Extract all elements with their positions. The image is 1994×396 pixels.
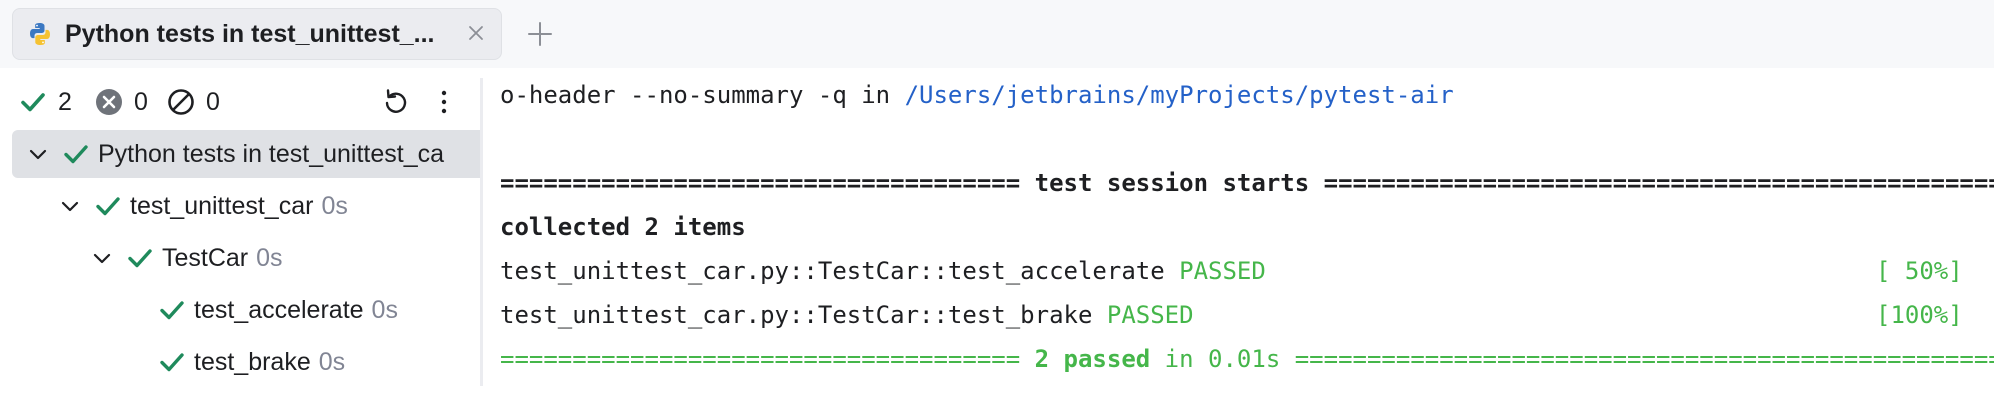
status-passed: PASSED (1179, 257, 1266, 285)
console-collected-line: collected 2 items (500, 213, 746, 241)
status-passed: PASSED (1106, 301, 1194, 329)
failed-icon (96, 89, 122, 115)
close-icon[interactable] (461, 18, 491, 48)
run-tab[interactable]: Python tests in test_unittest_... (12, 8, 502, 60)
project-path-link[interactable]: /Users/jetbrains/myProjects/pytest-air (905, 81, 1454, 109)
progress-percent: [100%] (1876, 301, 1963, 329)
console-command-line: o-header --no-summary -q in /Users/jetbr… (500, 78, 1454, 112)
tree-node-label: test_brake (194, 347, 311, 376)
console-output[interactable]: o-header --no-summary -q in /Users/jetbr… (500, 68, 1994, 396)
console-text: ==================================== (500, 345, 1035, 373)
chevron-down-icon[interactable] (26, 142, 50, 166)
chevron-down-icon[interactable] (58, 194, 82, 218)
tree-node-class[interactable]: TestCar 0s (90, 234, 283, 282)
chevron-down-icon[interactable] (90, 246, 114, 270)
console-text: test session starts (1034, 169, 1310, 197)
tree-node-duration: 0s (256, 243, 283, 272)
tree-node-duration: 0s (321, 191, 348, 220)
failed-count: 0 (134, 87, 148, 116)
tab-title: Python tests in test_unittest_... (65, 19, 435, 48)
tree-node-module[interactable]: test_unittest_car 0s (58, 182, 348, 230)
editor-tab-bar: Python tests in test_unittest_... (0, 0, 1994, 68)
console-test-result: test_unittest_car.py::TestCar::test_acce… (500, 254, 1266, 288)
check-icon (64, 145, 88, 164)
console-text: o-header --no-summary -q in (500, 81, 905, 109)
python-icon (30, 23, 50, 45)
check-icon (128, 249, 152, 268)
tree-node-duration: 0s (371, 295, 398, 324)
ignored-filter[interactable]: 0 (166, 82, 220, 122)
passed-count: 2 (58, 87, 72, 116)
tree-node-duration: 0s (318, 347, 346, 376)
check-icon (160, 353, 184, 372)
run-tool-window: 2 0 0 Python tests in test_unittest_ca t… (0, 68, 1994, 396)
tree-node-root[interactable]: Python tests in test_unittest_ca (12, 130, 480, 178)
console-text: test_unittest_car.py::TestCar::test_brak… (500, 301, 1107, 329)
passed-filter[interactable]: 2 (18, 82, 72, 122)
tree-node-label: test_unittest_car (130, 191, 314, 220)
test-tree-panel: 2 0 0 Python tests in test_unittest_ca t… (0, 68, 480, 396)
console-session-header: ==================================== tes… (500, 166, 1994, 200)
console-text: ==================================== (500, 169, 1035, 197)
tree-node-test[interactable]: test_brake 0s (158, 338, 345, 386)
more-options-icon[interactable] (428, 86, 460, 118)
console-test-result: test_unittest_car.py::TestCar::test_brak… (500, 298, 1194, 332)
tree-node-test[interactable]: test_accelerate 0s (158, 286, 398, 334)
rerun-icon[interactable] (380, 86, 412, 118)
console-text: in 0.01s (1150, 345, 1295, 373)
check-icon (160, 301, 184, 320)
ignored-icon (168, 89, 194, 115)
add-tab-icon[interactable] (522, 16, 558, 52)
console-text: 2 passed (1034, 345, 1151, 373)
ignored-count: 0 (206, 87, 220, 116)
console-text: ========================================… (1309, 169, 1994, 197)
failed-filter[interactable]: 0 (94, 82, 148, 122)
progress-percent: [ 50%] (1876, 257, 1963, 285)
console-text: ========================================… (1294, 345, 1994, 373)
check-icon (21, 93, 45, 112)
console-summary-line: ==================================== 2 p… (500, 342, 1994, 376)
tree-node-label: test_accelerate (194, 295, 364, 324)
tree-node-label: TestCar (162, 243, 249, 272)
check-icon (96, 197, 120, 216)
console-text: test_unittest_car.py::TestCar::test_acce… (500, 257, 1180, 285)
test-status-toolbar: 2 0 0 (0, 82, 480, 122)
panel-splitter[interactable] (480, 78, 483, 386)
tree-node-label: Python tests in test_unittest_ca (98, 139, 445, 168)
